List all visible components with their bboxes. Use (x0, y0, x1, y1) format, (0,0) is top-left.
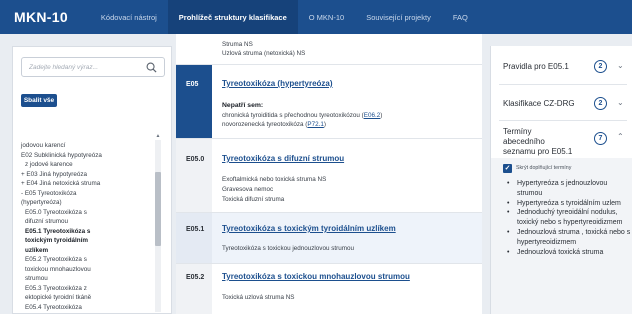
classification-tree: jodovou karencí E02 Subklinická hypotyre… (21, 141, 157, 312)
category-row-e050: E05.0 Tyreotoxikóza s difuzní strumou Ex… (176, 139, 482, 219)
tree-item[interactable]: E05.2 Tyreotoxikóza s (21, 255, 157, 265)
count-badge: 7 (594, 132, 607, 145)
category-row-e052: E05.2 Tyreotoxikóza s toxickou mnohauzlo… (176, 264, 482, 314)
code-column (176, 264, 212, 314)
tree-item-selected[interactable]: E05.1 Tyreotoxikóza s (21, 227, 157, 237)
scroll-up-icon[interactable]: ▲ (155, 133, 161, 139)
list-item: Hypertyreóza s jednouzlovou strumou (503, 179, 631, 199)
tree-item[interactable]: - E05 Tyreotoxikóza (21, 189, 157, 199)
category-code: E05.2 (186, 274, 205, 281)
accordion-title[interactable]: Termíny abecedního seznamu pro E05.1 (503, 127, 572, 157)
right-panel: Pravidla pro E05.1 2 ⌄ Klasifikace CZ-DR… (490, 46, 632, 314)
category-code: E05.1 (186, 226, 205, 233)
collapse-all-button[interactable]: Sbalit vše (21, 94, 57, 107)
chevron-down-icon[interactable]: ⌄ (617, 61, 624, 70)
nav-item-structure-browser[interactable]: Prohlížeč struktury klasifikace (167, 0, 298, 34)
category-title-link[interactable]: Tyreotoxikóza (hypertyreóza) (222, 79, 333, 88)
tree-item[interactable]: strumou (21, 274, 157, 284)
search-icon[interactable] (146, 62, 157, 73)
search-input[interactable] (29, 58, 139, 76)
category-row-e051-selected: E05.1 Tyreotoxikóza s toxickým tyroidáln… (176, 213, 482, 263)
list-item: Hypertyreóza s tyroidálním uzlem (503, 199, 631, 209)
tree-item[interactable]: z jodové karence (21, 160, 157, 170)
tree-item[interactable]: E05.4 Tyreotoxikóza (21, 303, 157, 313)
exclusion-line: novorozenecká tyreotoxikóza (P72.1) (222, 121, 326, 128)
nav-item-about[interactable]: O MKN-10 (298, 0, 355, 34)
count-badge: 2 (594, 97, 607, 110)
left-panel: Sbalit vše ▲ jodovou karencí E02 Subklin… (12, 46, 172, 314)
top-navbar: MKN-10 Kódovací nástroj Prohlížeč strukt… (0, 0, 632, 34)
category-title-link[interactable]: Tyreotoxikóza s toxickou mnohauzlovou st… (222, 272, 410, 281)
accordion-title[interactable]: Klasifikace CZ-DRG (503, 99, 575, 109)
tree-item[interactable]: (hypertyreóza) (21, 198, 157, 208)
tree-item[interactable]: E05.3 Tyreotoxikóza z (21, 284, 157, 294)
tree-item[interactable]: ektopické tyroidní tkáně (21, 293, 157, 303)
list-item: Jednouzlová struma , toxická nebo s hype… (503, 228, 631, 248)
accordion-title[interactable]: Pravidla pro E05.1 (503, 62, 569, 72)
code-column (176, 213, 212, 263)
tree-item[interactable]: E05.0 Tyreotoxikóza s (21, 208, 157, 218)
terms-panel: ✓ Skrýt doplňující termíny Hypertyreóza … (491, 158, 632, 314)
text-line: Toxická uzlová struma NS (222, 294, 295, 301)
main-content: Struma NS Uzlová struma (netoxická) NS E… (176, 34, 482, 314)
search-box (21, 57, 165, 77)
tree-item[interactable]: E02 Subklinická hypotyreóza (21, 151, 157, 161)
chevron-down-icon[interactable]: ⌄ (617, 98, 624, 107)
hide-supplementary-checkbox[interactable]: ✓ (503, 164, 512, 173)
text-line: Gravesova nemoc (222, 186, 274, 193)
category-title-link[interactable]: Tyreotoxikóza s toxickým tyroidálním uzl… (222, 224, 396, 233)
divider (499, 84, 627, 85)
text-line: Exoftalmická nebo toxická struma NS (222, 176, 327, 183)
category-code: E05.0 (186, 156, 205, 163)
text-line: Uzlová struma (netoxická) NS (222, 50, 306, 57)
text-line: Tyreotoxikóza s toxickou jednouzlovou st… (222, 245, 354, 252)
nav-item-faq[interactable]: FAQ (442, 0, 479, 34)
tree-item[interactable]: + E04 Jiná netoxická struma (21, 179, 157, 189)
list-item: Jednouzlová toxická struma (503, 248, 631, 258)
reference-link[interactable]: P72.1 (307, 121, 323, 128)
text-line: Toxická difuzní struma (222, 196, 285, 203)
scrollbar-thumb[interactable] (155, 172, 161, 246)
chevron-up-icon[interactable]: ⌃ (617, 132, 624, 141)
count-badge: 2 (594, 60, 607, 73)
category-title-link[interactable]: Tyreotoxikóza s difuzní strumou (222, 154, 344, 163)
tree-item[interactable]: + E03 Jiná hypotyreóza (21, 170, 157, 180)
exclusion-label: Nepatří sem: (222, 102, 264, 109)
tree-scrollbar[interactable] (155, 140, 161, 312)
tree-item[interactable]: difuzní strumou (21, 217, 157, 227)
exclusion-line: chronická tyroiditida s přechodnou tyreo… (222, 112, 383, 119)
nav-item-coding-tool[interactable]: Kódovací nástroj (90, 0, 168, 34)
terms-list: Hypertyreóza s jednouzlovou strumou Hype… (503, 179, 631, 257)
list-item: Jednoduchý tyreoidální nodulus, toxický … (503, 208, 631, 228)
tree-item[interactable]: toxickou mnohauzlovou (21, 265, 157, 275)
tree-item-selected[interactable]: uzlíkem (21, 246, 157, 256)
brand-logo[interactable]: MKN-10 (14, 9, 68, 25)
checkbox-label: Skrýt doplňující termíny (516, 165, 572, 171)
text-line: Struma NS (222, 41, 253, 48)
nav-item-related-projects[interactable]: Související projekty (355, 0, 442, 34)
divider (499, 120, 627, 121)
category-code: E05 (186, 81, 199, 88)
reference-link[interactable]: E06.2 (364, 112, 380, 119)
tree-item-selected[interactable]: toxickým tyroidálním (21, 236, 157, 246)
tree-item[interactable]: jodovou karencí (21, 141, 157, 151)
code-column (176, 139, 212, 219)
